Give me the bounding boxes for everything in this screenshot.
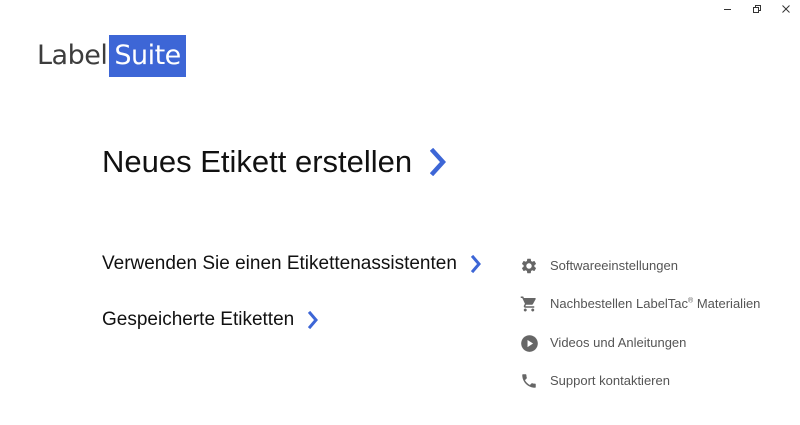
videos-tutorials-link[interactable]: Videos und Anleitungen	[519, 333, 686, 353]
saved-labels-text: Gespeicherte Etiketten	[102, 309, 295, 330]
chevron-right-icon	[308, 311, 319, 329]
contact-support-label: Support kontaktieren	[550, 373, 670, 388]
software-settings-label: Softwareeinstellungen	[550, 258, 678, 273]
contact-support-link[interactable]: Support kontaktieren	[519, 371, 670, 391]
minimize-button[interactable]	[713, 0, 742, 18]
logo-label-text: Label	[37, 40, 108, 71]
close-button[interactable]	[771, 0, 800, 18]
videos-tutorials-label: Videos und Anleitungen	[550, 335, 687, 350]
cart-icon	[519, 294, 539, 314]
chevron-right-icon	[430, 148, 447, 176]
chevron-right-icon	[470, 255, 481, 273]
reorder-materials-link[interactable]: Nachbestellen LabelTac® Materialien	[519, 294, 760, 314]
label-wizard-text: Verwenden Sie einen Etikettenassistenten	[102, 253, 457, 274]
reorder-label-prefix: Nachbestellen LabelTac	[550, 296, 689, 311]
label-suite-window: Label Suite Neues Etikett erstellen Verw…	[0, 0, 800, 425]
window-controls	[713, 0, 800, 18]
reorder-materials-label: Nachbestellen LabelTac® Materialien	[550, 294, 760, 314]
saved-labels-action[interactable]: Gespeicherte Etiketten	[102, 307, 319, 333]
label-wizard-action[interactable]: Verwenden Sie einen Etikettenassistenten	[102, 251, 481, 277]
restore-icon	[752, 5, 761, 13]
software-settings-link[interactable]: Softwareeinstellungen	[519, 256, 678, 276]
gear-icon	[519, 256, 539, 276]
close-icon	[781, 5, 790, 13]
new-label-action[interactable]: Neues Etikett erstellen	[102, 142, 447, 182]
minimize-icon	[723, 9, 731, 10]
logo-suite-text: Suite	[109, 35, 186, 77]
restore-button[interactable]	[742, 0, 771, 18]
new-label-text: Neues Etikett erstellen	[102, 144, 413, 179]
label-suite-logo: Label Suite	[37, 35, 186, 77]
play-circle-icon	[519, 333, 539, 353]
reorder-label-suffix: Materialien	[693, 296, 761, 311]
phone-icon	[519, 371, 539, 391]
